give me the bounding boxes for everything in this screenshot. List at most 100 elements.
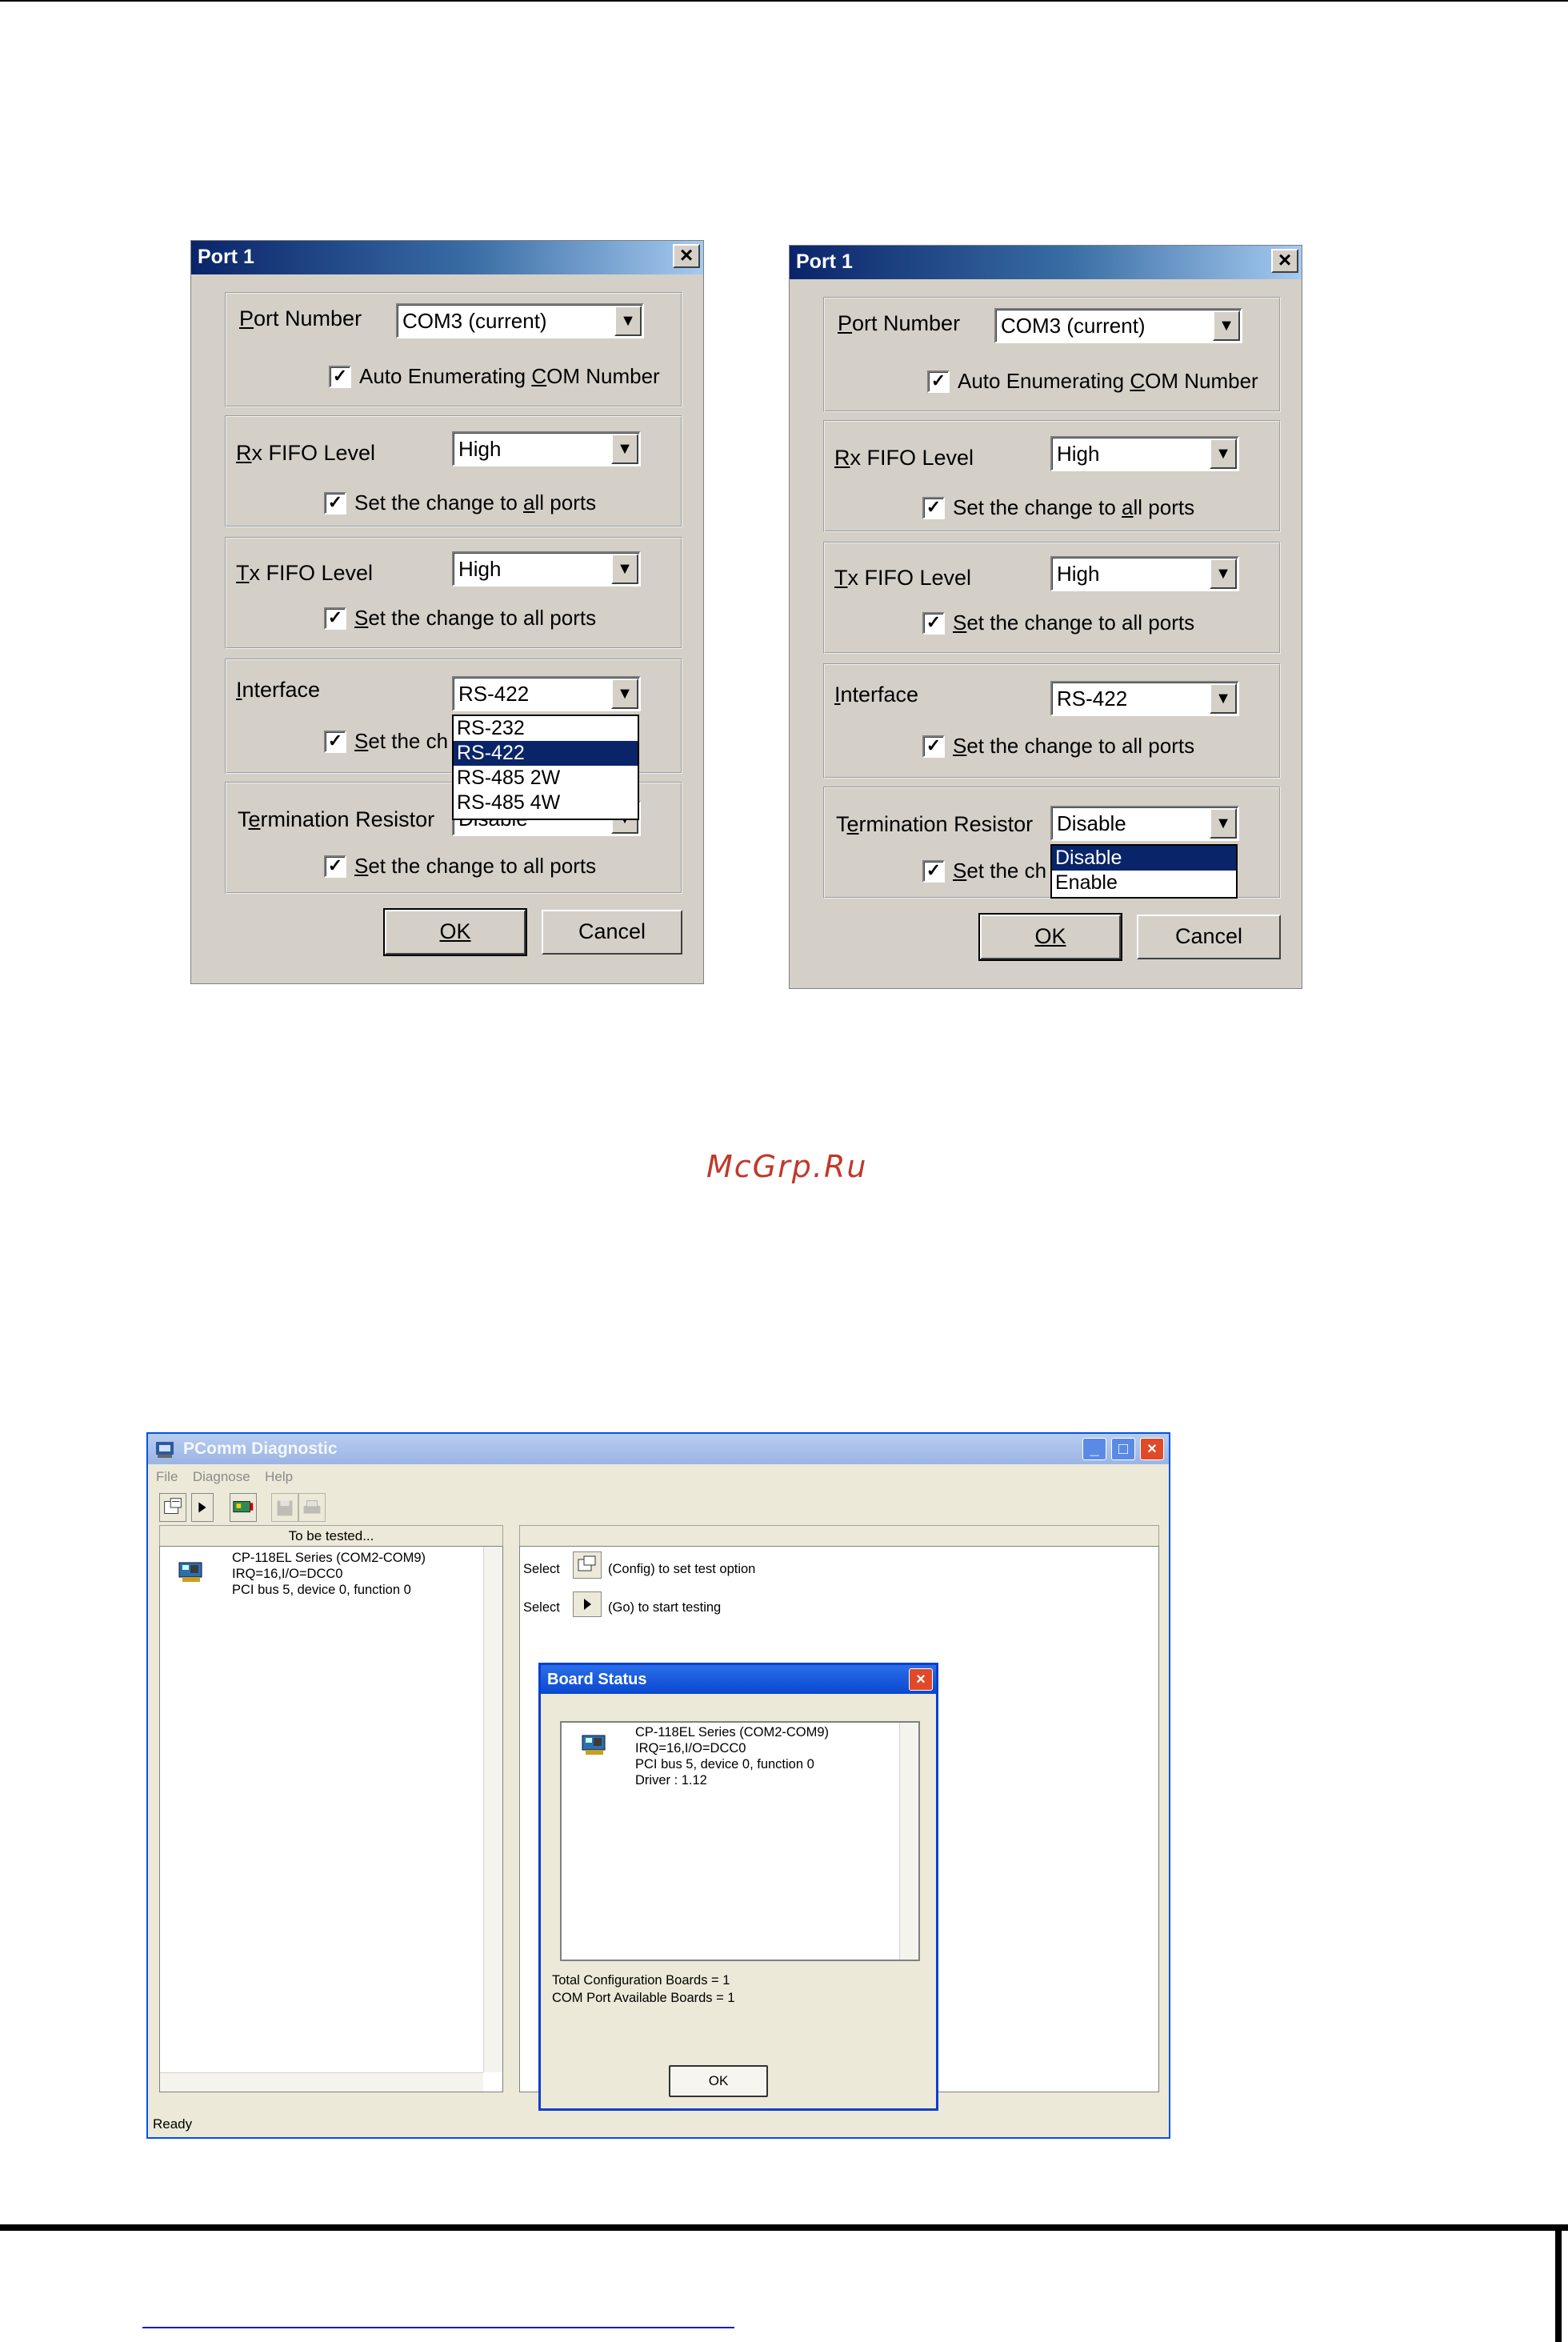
print-icon[interactable] xyxy=(298,1493,326,1522)
vertical-scrollbar[interactable] xyxy=(483,1547,502,2072)
interface-apply-label: Set the change to all ports xyxy=(953,734,1195,758)
chevron-down-icon[interactable]: ▼ xyxy=(611,434,638,464)
interface-select[interactable]: RS-422 ▼ xyxy=(452,676,641,711)
ok-button[interactable]: OK xyxy=(383,908,527,956)
interface-apply-checkbox[interactable]: ✓ xyxy=(922,735,945,758)
tx-apply-label: Set the change to all ports xyxy=(354,606,597,630)
termination-select[interactable]: Disable ▼ xyxy=(1050,806,1239,841)
config-icon[interactable] xyxy=(573,1551,602,1579)
interface-option[interactable]: RS-485 4W xyxy=(454,791,638,815)
config-icon[interactable] xyxy=(159,1493,186,1522)
cancel-button[interactable]: Cancel xyxy=(542,910,682,955)
term-apply-label: Set the change to all ports xyxy=(354,854,597,878)
interface-apply-label: Set the ch xyxy=(354,729,449,753)
interface-group: Interface RS-422 ▼ ✓ Set the change to a… xyxy=(823,663,1281,779)
tx-apply-label: Set the change to all ports xyxy=(953,611,1195,635)
rx-fifo-select[interactable]: High ▼ xyxy=(1050,436,1239,471)
rx-apply-checkbox[interactable]: ✓ xyxy=(922,497,945,519)
go-icon[interactable] xyxy=(573,1591,602,1617)
port-number-value: COM3 (current) xyxy=(402,309,547,333)
go-icon[interactable] xyxy=(191,1493,214,1522)
footer-link-underline[interactable] xyxy=(142,2327,734,2328)
termination-option[interactable]: Enable xyxy=(1052,871,1236,895)
interface-option[interactable]: RS-232 xyxy=(454,716,638,741)
interface-value: RS-422 xyxy=(458,682,530,706)
minimize-icon[interactable]: _ xyxy=(1082,1438,1106,1460)
board-status-list[interactable]: CP-118EL Series (COM2-COM9) IRQ=16,I/O=D… xyxy=(560,1721,920,1961)
term-apply-checkbox[interactable]: ✓ xyxy=(324,855,346,878)
rx-fifo-select[interactable]: High ▼ xyxy=(452,431,641,466)
dialog-title-bar[interactable]: Board Status × xyxy=(541,1665,936,1694)
chevron-down-icon[interactable]: ▼ xyxy=(611,679,638,709)
board-status-dialog: Board Status × CP-118EL Series (COM2-COM… xyxy=(538,1663,938,2111)
select-go-pre: Select xyxy=(523,1600,560,1615)
rx-fifo-value: High xyxy=(458,437,502,461)
close-icon[interactable]: × xyxy=(1271,249,1298,273)
tx-fifo-value: High xyxy=(458,557,502,581)
pcomm-diagnostic-window: PComm Diagnostic _ □ × File Diagnose Hel… xyxy=(146,1432,1170,2139)
auto-enum-checkbox[interactable]: ✓ xyxy=(927,370,950,393)
rx-apply-label: Set the change to all ports xyxy=(953,495,1195,519)
chevron-down-icon[interactable]: ▼ xyxy=(1210,558,1237,589)
port-number-group: Port Number COM3 (current) ▼ ✓ Auto Enum… xyxy=(823,297,1281,412)
vertical-scrollbar[interactable] xyxy=(899,1723,918,1960)
close-icon[interactable]: × xyxy=(1140,1438,1164,1460)
tx-fifo-select[interactable]: High ▼ xyxy=(1050,556,1239,591)
dialog-title-bar[interactable]: Port 1 × xyxy=(191,241,703,274)
interface-option[interactable]: RS-485 2W xyxy=(454,766,638,791)
dialog-title: Port 1 xyxy=(198,246,254,268)
dialog-title-bar[interactable]: Port 1 × xyxy=(790,246,1302,279)
auto-enum-checkbox[interactable]: ✓ xyxy=(329,366,351,388)
horizontal-scrollbar[interactable] xyxy=(160,2072,483,2092)
rx-apply-checkbox[interactable]: ✓ xyxy=(324,492,346,514)
board-line-3: PCI bus 5, device 0, function 0 xyxy=(635,1757,814,1772)
chevron-down-icon[interactable]: ▼ xyxy=(614,306,642,336)
tx-fifo-group: Tx FIFO Level High ▼ ✓ Set the change to… xyxy=(823,542,1281,654)
termination-value: Disable xyxy=(1057,811,1126,835)
app-icon xyxy=(156,1442,174,1458)
chevron-down-icon[interactable]: ▼ xyxy=(1210,808,1237,839)
status-bar-text: Ready xyxy=(153,2116,193,2132)
tx-apply-checkbox[interactable]: ✓ xyxy=(324,607,346,630)
interface-select[interactable]: RS-422 ▼ xyxy=(1050,681,1239,716)
menu-bar: File Diagnose Help xyxy=(148,1464,1169,1488)
chevron-down-icon[interactable]: ▼ xyxy=(1210,683,1237,714)
term-apply-checkbox[interactable]: ✓ xyxy=(922,860,945,883)
menu-diagnose[interactable]: Diagnose xyxy=(193,1469,250,1484)
board-line-2: IRQ=16,I/O=DCC0 xyxy=(635,1741,746,1755)
ok-button[interactable]: OK xyxy=(669,2065,768,2097)
port-number-group: Port Number COM3 (current) ▼ ✓ Auto Enum… xyxy=(225,292,682,407)
chevron-down-icon[interactable]: ▼ xyxy=(1210,438,1237,469)
board-icon[interactable] xyxy=(230,1493,257,1522)
tx-apply-checkbox[interactable]: ✓ xyxy=(922,612,945,635)
page-top-rule xyxy=(0,0,1568,2)
watermark: McGrp.Ru xyxy=(706,1149,868,1184)
save-icon[interactable] xyxy=(271,1493,298,1522)
interface-option-selected[interactable]: RS-422 xyxy=(454,741,638,766)
dialog-title: Port 1 xyxy=(796,250,853,273)
tx-fifo-value: High xyxy=(1057,562,1100,586)
cancel-button[interactable]: Cancel xyxy=(1137,915,1281,959)
port-number-select[interactable]: COM3 (current) ▼ xyxy=(994,308,1242,343)
interface-apply-checkbox[interactable]: ✓ xyxy=(324,731,346,753)
tested-board-list[interactable]: CP-118EL Series (COM2-COM9) IRQ=16,I/O=D… xyxy=(159,1546,503,2092)
port-number-select[interactable]: COM3 (current) ▼ xyxy=(396,303,644,338)
auto-enum-label: Auto Enumerating COM Number xyxy=(359,364,660,388)
close-icon[interactable]: × xyxy=(673,244,700,268)
menu-help[interactable]: Help xyxy=(265,1469,293,1484)
tx-fifo-select[interactable]: High ▼ xyxy=(452,551,641,587)
menu-file[interactable]: File xyxy=(156,1469,178,1484)
rx-fifo-label: Rx FIFO Level xyxy=(236,441,376,465)
ok-button[interactable]: OK xyxy=(978,913,1122,961)
close-icon[interactable]: × xyxy=(909,1668,933,1691)
termination-option-selected[interactable]: Disable xyxy=(1052,846,1236,871)
chevron-down-icon[interactable]: ▼ xyxy=(611,554,638,584)
window-title-bar[interactable]: PComm Diagnostic _ □ × xyxy=(148,1434,1169,1464)
tx-fifo-label: Tx FIFO Level xyxy=(834,566,972,590)
driver-version: Driver : 1.12 xyxy=(635,1773,707,1788)
available-boards-text: COM Port Available Boards = 1 xyxy=(552,1991,735,2005)
maximize-icon[interactable]: □ xyxy=(1111,1438,1135,1460)
interface-label: Interface xyxy=(236,678,321,702)
select-go-post: (Go) to start testing xyxy=(608,1600,722,1615)
chevron-down-icon[interactable]: ▼ xyxy=(1213,310,1240,341)
